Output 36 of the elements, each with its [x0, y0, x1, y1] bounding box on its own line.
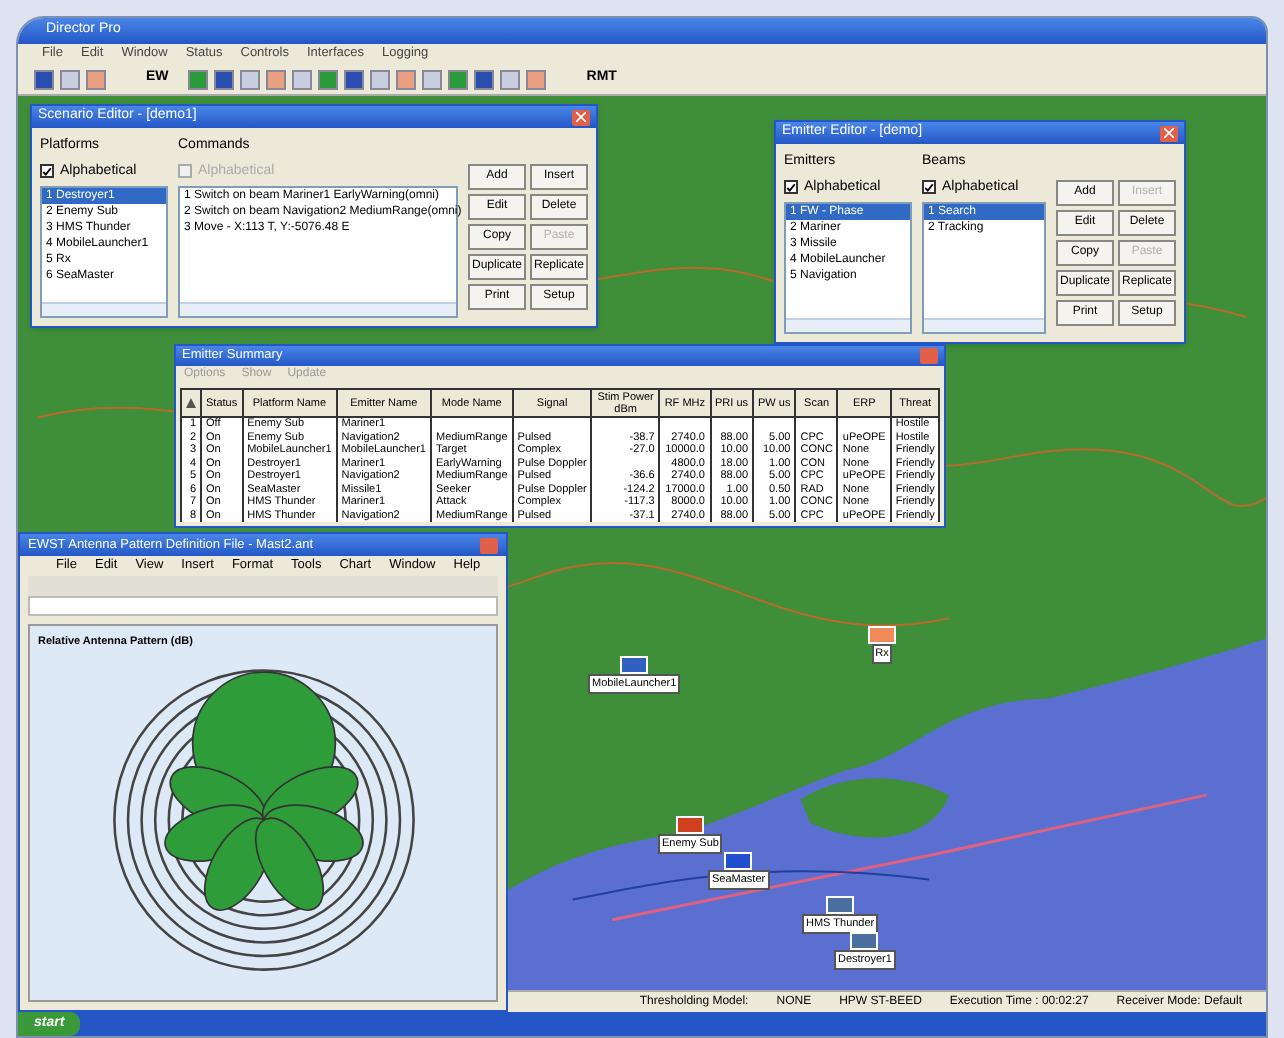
- toolbar-icon[interactable]: [448, 69, 469, 89]
- toolbar-icon[interactable]: [526, 69, 547, 89]
- unit-marker-icon[interactable]: [676, 816, 705, 834]
- unit-marker-icon[interactable]: [868, 626, 896, 644]
- checkmark-icon: [786, 181, 796, 194]
- toolbar-icon[interactable]: [396, 69, 417, 89]
- unit-marker-icon[interactable]: [724, 852, 753, 870]
- checkbox[interactable]: [922, 180, 936, 195]
- checkmark-icon: [924, 181, 934, 194]
- toolbar-icon[interactable]: [292, 69, 313, 89]
- close-button[interactable]: [1160, 125, 1178, 141]
- toolbar-icon[interactable]: [214, 69, 235, 89]
- sort-icon: [186, 398, 196, 408]
- checkbox[interactable]: [784, 180, 798, 195]
- toolbar-icon[interactable]: [370, 69, 391, 89]
- toolbar-icon[interactable]: [500, 69, 521, 89]
- scrollbar[interactable]: [180, 302, 456, 316]
- close-button[interactable]: [572, 109, 590, 125]
- unit-marker-icon[interactable]: [620, 656, 649, 674]
- toolbar-icon[interactable]: [266, 69, 287, 89]
- toolbar-icon[interactable]: [318, 69, 339, 89]
- toolbar-icon[interactable]: [344, 69, 365, 89]
- toolbar-icon[interactable]: [188, 69, 209, 89]
- close-icon: [1164, 128, 1174, 138]
- toolbar-icon[interactable]: [474, 69, 495, 89]
- toolbar-icon[interactable]: [240, 69, 261, 89]
- checkmark-icon: [42, 165, 52, 178]
- unit-marker-icon[interactable]: [826, 896, 855, 914]
- scrollbar[interactable]: [786, 318, 910, 332]
- checkbox[interactable]: [40, 164, 54, 179]
- close-icon: [576, 112, 586, 122]
- toolbar-icon[interactable]: [422, 69, 443, 89]
- unit-marker-icon[interactable]: [850, 932, 879, 950]
- scrollbar[interactable]: [42, 302, 166, 316]
- scrollbar[interactable]: [924, 318, 1044, 332]
- sort-header[interactable]: [181, 389, 201, 417]
